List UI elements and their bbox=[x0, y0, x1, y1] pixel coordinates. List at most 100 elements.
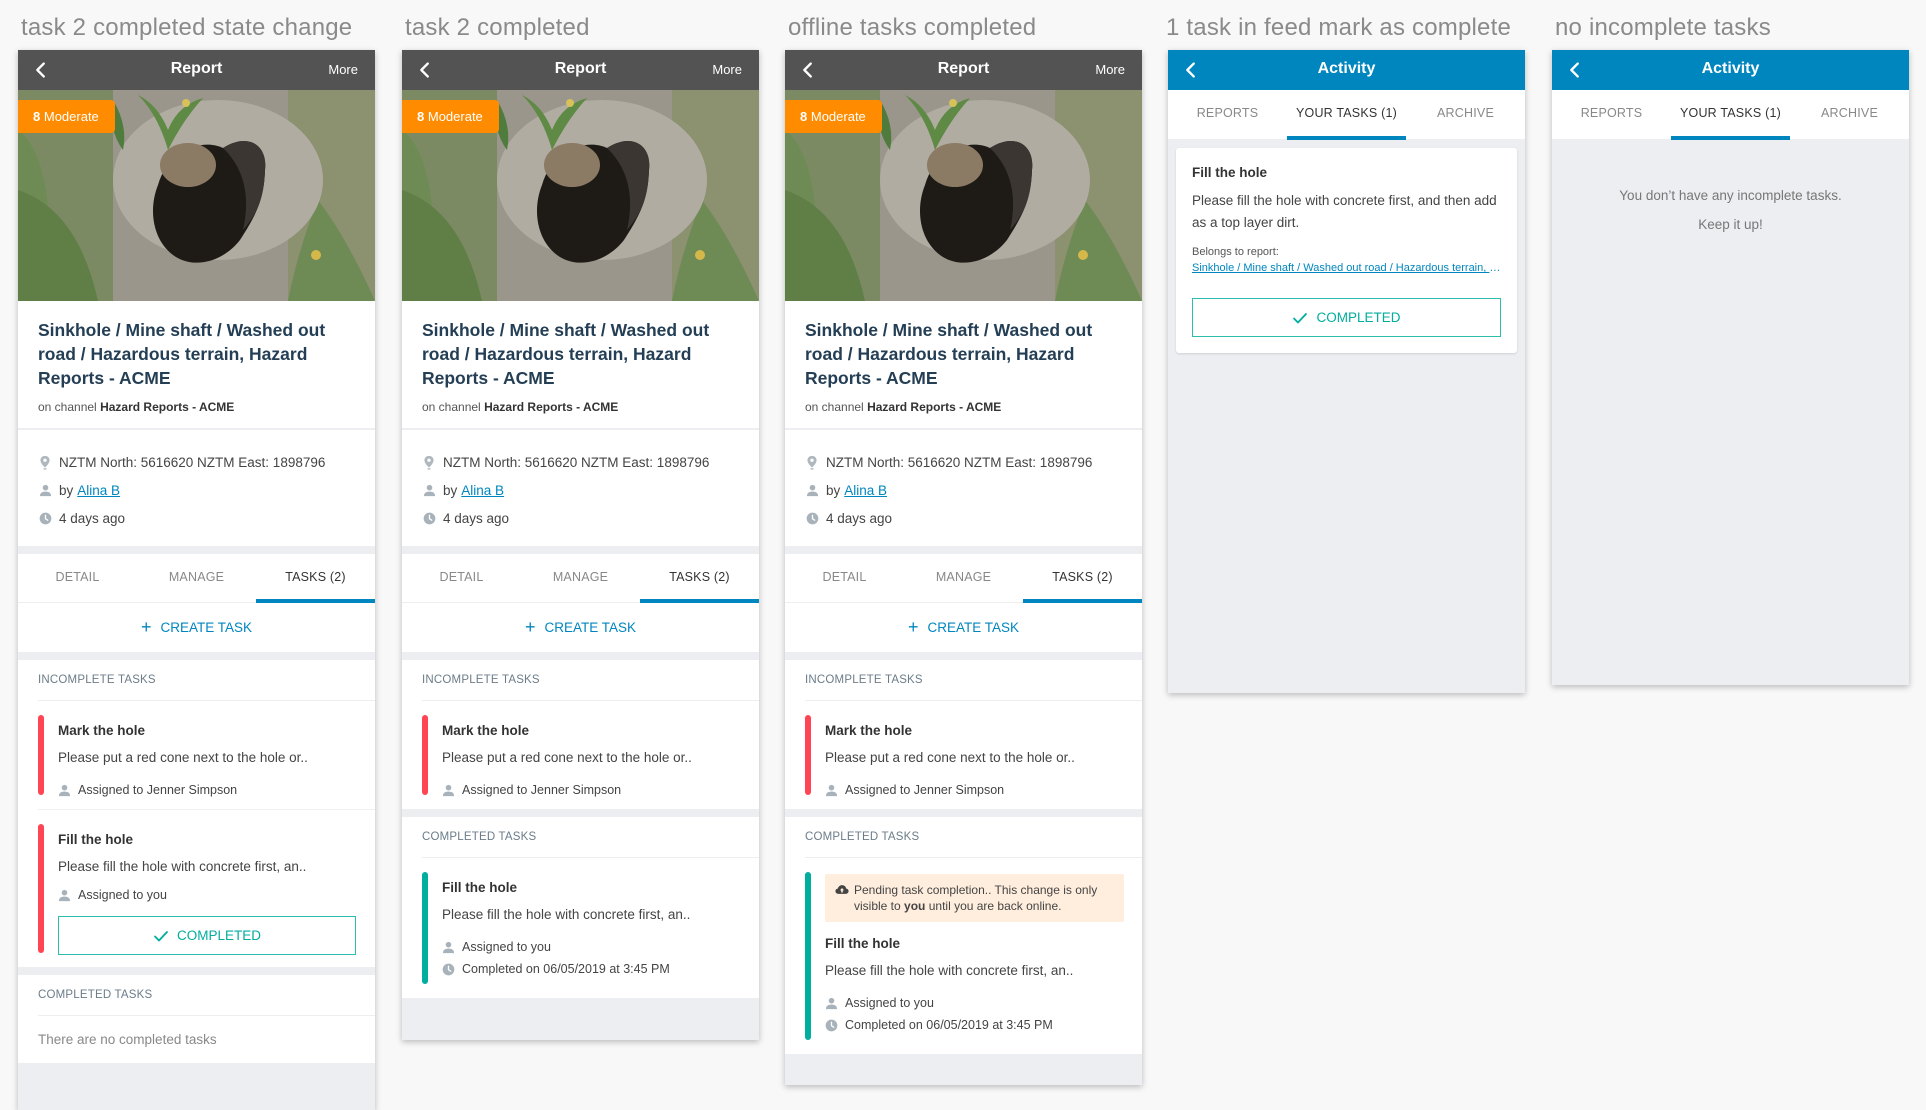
author-link[interactable]: Alina B bbox=[461, 483, 504, 498]
incomplete-indicator bbox=[38, 824, 44, 953]
task-item-fill-hole[interactable]: Fill the hole Please fill the hole with … bbox=[422, 858, 759, 998]
more-button[interactable]: More bbox=[328, 62, 358, 77]
report-title-card: Sinkhole / Mine shaft / Washed out road … bbox=[402, 301, 759, 428]
task-name: Fill the hole bbox=[58, 832, 134, 847]
task-item-mark-hole[interactable]: Mark the hole Please put a red cone next… bbox=[805, 701, 1142, 809]
tab-archive[interactable]: ARCHIVE bbox=[1790, 90, 1909, 139]
user-icon bbox=[825, 997, 838, 1010]
divider bbox=[18, 546, 375, 554]
task-description: Please put a red cone next to the hole o… bbox=[58, 750, 308, 765]
activity-body: You don’t have any incomplete tasks. Kee… bbox=[1552, 140, 1909, 685]
report-channel: on channel Hazard Reports - ACME bbox=[38, 400, 355, 414]
channel-prefix: on channel bbox=[805, 400, 864, 414]
report-photo: 8 Moderate bbox=[402, 90, 759, 301]
tab-manage[interactable]: MANAGE bbox=[904, 554, 1023, 602]
severity-badge: 8 Moderate bbox=[785, 100, 882, 133]
report-photo: 8 Moderate bbox=[785, 90, 1142, 301]
completed-tasks-section: COMPLETED TASKS There are no completed t… bbox=[18, 975, 375, 1063]
completed-button[interactable]: COMPLETED bbox=[58, 916, 356, 955]
tab-your-tasks[interactable]: YOUR TASKS (1) bbox=[1287, 90, 1406, 140]
channel-prefix: on channel bbox=[38, 400, 97, 414]
task-item-fill-hole[interactable]: Pending task completion.. This change is… bbox=[805, 858, 1142, 1054]
column-caption: 1 task in feed mark as complete bbox=[1166, 14, 1512, 41]
tab-tasks[interactable]: TASKS (2) bbox=[1023, 554, 1142, 603]
task-item-mark-hole[interactable]: Mark the hole Please put a red cone next… bbox=[422, 701, 759, 809]
check-icon bbox=[1292, 311, 1308, 325]
task-completed-date: Completed on 06/05/2019 at 3:45 PM bbox=[462, 962, 670, 976]
column-caption: task 2 completed state change bbox=[21, 14, 353, 41]
tab-tasks[interactable]: TASKS (2) bbox=[640, 554, 759, 603]
header-title: Activity bbox=[1317, 60, 1376, 77]
channel-name: Hazard Reports - ACME bbox=[100, 400, 235, 414]
incomplete-tasks-section: INCOMPLETE TASKS Mark the hole Please pu… bbox=[18, 660, 375, 967]
more-button[interactable]: More bbox=[712, 62, 742, 77]
tab-detail[interactable]: DETAIL bbox=[402, 554, 521, 602]
report-location: NZTM North: 5616620 NZTM East: 1898796 bbox=[826, 454, 1093, 470]
completed-tasks-header: COMPLETED TASKS bbox=[38, 975, 375, 1016]
cloud-upload-icon bbox=[835, 884, 849, 895]
report-screen: Report More 8 Moderate Sinkhole / Mine s… bbox=[785, 50, 1142, 1085]
task-item-fill-hole[interactable]: Fill the hole Please fill the hole with … bbox=[38, 810, 375, 967]
user-icon bbox=[442, 941, 455, 954]
create-task-button[interactable]: + CREATE TASK bbox=[785, 603, 1142, 652]
report-header: Report More bbox=[18, 50, 375, 90]
completed-button-label: COMPLETED bbox=[1316, 310, 1401, 325]
report-location: NZTM North: 5616620 NZTM East: 1898796 bbox=[59, 454, 326, 470]
task-completed-date: Completed on 06/05/2019 at 3:45 PM bbox=[845, 1018, 1053, 1032]
tab-reports[interactable]: REPORTS bbox=[1552, 90, 1671, 139]
task-name: Mark the hole bbox=[825, 723, 913, 738]
task-assignee: Assigned to Jenner Simpson bbox=[462, 783, 622, 797]
empty-state-message: You don’t have any incomplete tasks. bbox=[1619, 188, 1842, 203]
create-task-label: CREATE TASK bbox=[160, 620, 253, 635]
tab-manage[interactable]: MANAGE bbox=[137, 554, 256, 602]
tab-reports[interactable]: REPORTS bbox=[1168, 90, 1287, 139]
report-screen: Report More 8 Moderate Sinkhole / Mine s… bbox=[18, 50, 375, 1110]
pending-notice-text-end: until you are back online. bbox=[928, 899, 1062, 913]
severity-level: Moderate bbox=[427, 109, 483, 124]
tab-manage[interactable]: MANAGE bbox=[521, 554, 640, 602]
report-screen: Report More 8 Moderate Sinkhole / Mine s… bbox=[402, 50, 759, 1040]
location-pin-icon bbox=[806, 455, 818, 470]
tab-detail[interactable]: DETAIL bbox=[785, 554, 904, 602]
task-description: Please put a red cone next to the hole o… bbox=[825, 750, 1075, 765]
task-item-mark-hole[interactable]: Mark the hole Please put a red cone next… bbox=[38, 701, 375, 810]
report-link[interactable]: Sinkhole / Mine shaft / Washed out road … bbox=[1192, 262, 1501, 274]
completed-tasks-section: COMPLETED TASKS Pending task completion.… bbox=[785, 817, 1142, 1054]
incomplete-tasks-header: INCOMPLETE TASKS bbox=[38, 660, 375, 701]
tab-tasks[interactable]: TASKS (2) bbox=[256, 554, 375, 603]
tab-archive[interactable]: ARCHIVE bbox=[1406, 90, 1525, 139]
create-task-button[interactable]: + CREATE TASK bbox=[18, 603, 375, 652]
plus-icon: + bbox=[524, 617, 536, 637]
user-icon bbox=[442, 784, 455, 797]
user-icon bbox=[825, 784, 838, 797]
report-tabs: DETAIL MANAGE TASKS (2) bbox=[18, 554, 375, 603]
by-label: by bbox=[443, 482, 458, 498]
incomplete-tasks-header: INCOMPLETE TASKS bbox=[805, 660, 1142, 701]
report-meta: NZTM North: 5616620 NZTM East: 1898796 b… bbox=[785, 430, 1142, 546]
task-assignee: Assigned to you bbox=[462, 940, 551, 954]
column-caption: no incomplete tasks bbox=[1555, 14, 1771, 41]
plus-icon: + bbox=[907, 617, 919, 637]
more-button[interactable]: More bbox=[1095, 62, 1125, 77]
author-link[interactable]: Alina B bbox=[844, 483, 887, 498]
report-photo: 8 Moderate bbox=[18, 90, 375, 301]
activity-screen: Activity REPORTS YOUR TASKS (1) ARCHIVE Fi… bbox=[1168, 50, 1525, 693]
header-title: Report bbox=[937, 60, 990, 77]
completed-indicator bbox=[805, 872, 811, 1040]
severity-badge: 8 Moderate bbox=[18, 100, 115, 133]
task-assignee: Assigned to Jenner Simpson bbox=[845, 783, 1005, 797]
completed-button[interactable]: COMPLETED bbox=[1192, 298, 1501, 337]
report-title: Sinkhole / Mine shaft / Washed out road … bbox=[422, 320, 710, 388]
author-link[interactable]: Alina B bbox=[77, 483, 120, 498]
tab-detail[interactable]: DETAIL bbox=[18, 554, 137, 602]
plus-icon: + bbox=[140, 617, 152, 637]
task-card-fill-hole[interactable]: Fill the hole Please fill the hole with … bbox=[1176, 148, 1517, 353]
empty-state-encouragement: Keep it up! bbox=[1698, 217, 1763, 232]
divider bbox=[785, 652, 1142, 660]
channel-name: Hazard Reports - ACME bbox=[484, 400, 619, 414]
create-task-button[interactable]: + CREATE TASK bbox=[402, 603, 759, 652]
tab-your-tasks[interactable]: YOUR TASKS (1) bbox=[1671, 90, 1790, 140]
report-tabs: DETAIL MANAGE TASKS (2) bbox=[402, 554, 759, 603]
incomplete-tasks-section: INCOMPLETE TASKS Mark the hole Please pu… bbox=[785, 660, 1142, 809]
severity-level: Moderate bbox=[43, 109, 99, 124]
